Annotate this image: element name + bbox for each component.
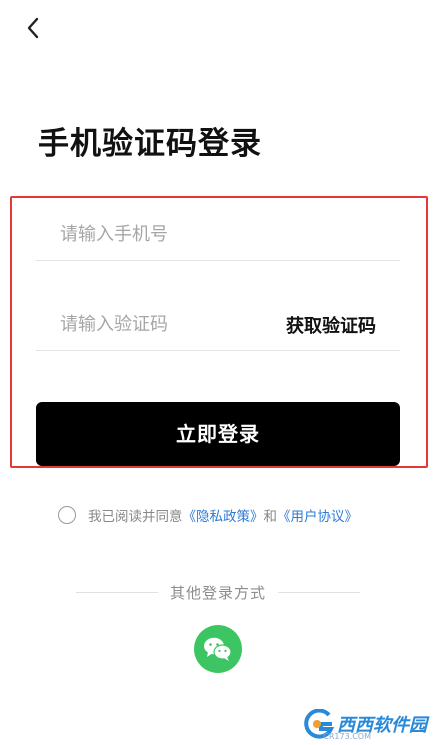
watermark-sub: CR173.COM (323, 732, 371, 741)
phone-input[interactable] (60, 210, 280, 258)
user-agreement-link[interactable]: 《用户协议》 (277, 505, 358, 525)
agreement-radio[interactable] (58, 506, 76, 524)
other-login-divider: 其他登录方式 (76, 580, 361, 604)
phone-field-row (36, 210, 400, 261)
code-input[interactable] (60, 300, 280, 348)
divider-line-left (76, 591, 158, 593)
get-code-button[interactable]: 获取验证码 (286, 312, 376, 338)
divider-line-right (278, 591, 361, 593)
other-login-label: 其他登录方式 (170, 583, 267, 602)
privacy-policy-link[interactable]: 《隐私政策》 (183, 505, 264, 525)
agreement-and: 和 (263, 509, 278, 525)
login-button[interactable]: 立即登录 (36, 402, 400, 466)
wechat-login-button[interactable] (194, 625, 242, 673)
agreement-prefix: 我已阅读并同意 (88, 509, 183, 525)
page-title: 手机验证码登录 (38, 126, 262, 162)
chevron-left-icon (27, 17, 39, 39)
back-button[interactable] (22, 14, 46, 42)
watermark: 西西软件园 CR173.COM (301, 709, 427, 741)
wechat-icon (204, 637, 232, 661)
code-field-row: 获取验证码 (36, 300, 400, 351)
agreement-row: 我已阅读并同意 《隐私政策》 和 《用户协议》 (58, 504, 358, 526)
